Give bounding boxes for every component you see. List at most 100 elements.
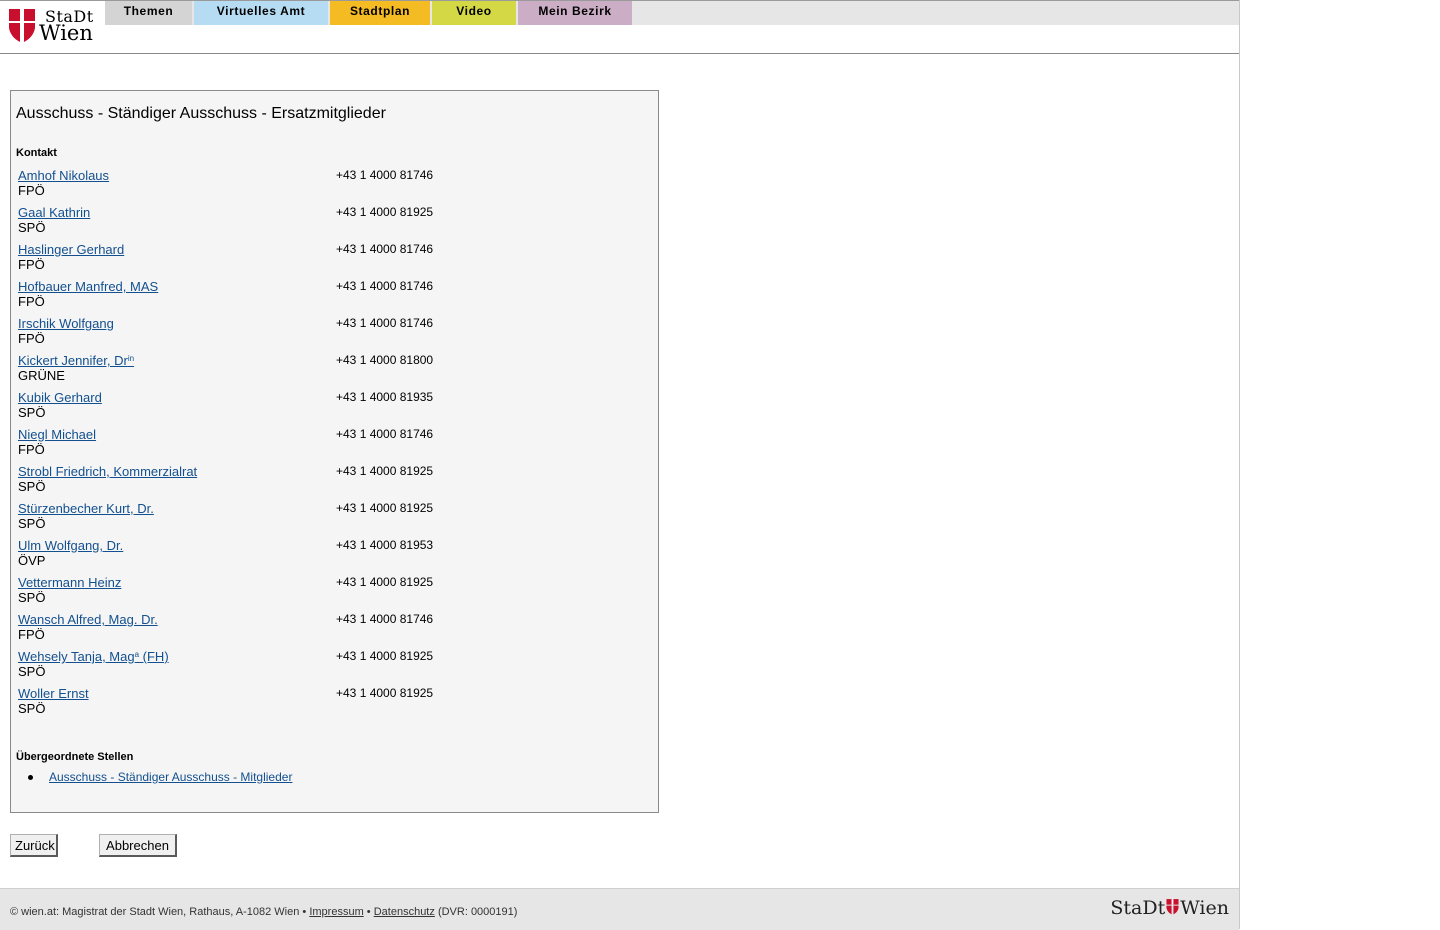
contact-name-link[interactable]: Niegl Michael — [18, 427, 96, 442]
contact-row: Kickert Jennifer, Drin GRÜNE +43 1 4000 81… — [18, 353, 648, 390]
contact-name-link[interactable]: Gaal Kathrin — [18, 205, 90, 220]
contact-phone: +43 1 4000 81925 — [336, 501, 434, 515]
contact-phone: +43 1 4000 81925 — [336, 575, 434, 589]
contact-name: Kickert Jennifer, Dr — [18, 353, 128, 368]
contact-phone: +43 1 4000 81925 — [336, 464, 434, 478]
contact-phone: +43 1 4000 81935 — [336, 390, 434, 404]
contact-party: FPÖ — [18, 442, 45, 457]
footer-text: © wien.at: Magistrat der Stadt Wien, Rat… — [10, 906, 517, 918]
contact-name: Stürzenbecher Kurt, Dr. — [18, 501, 154, 516]
contact-phone: +43 1 4000 81746 — [336, 316, 434, 330]
contact-row: Gaal Kathrin SPÖ +43 1 4000 81925 — [18, 205, 648, 242]
bullet-icon — [28, 775, 33, 780]
contact-row: Stürzenbecher Kurt, Dr. SPÖ +43 1 4000 819… — [18, 501, 648, 538]
contact-phone: +43 1 4000 81925 — [336, 649, 434, 663]
contact-name: Amhof Nikolaus — [18, 168, 110, 183]
contact-row: Ulm Wolfgang, Dr. ÖVP +43 1 4000 81953 — [18, 538, 648, 575]
contact-name: Kubik Gerhard — [18, 390, 102, 405]
contact-name-superscript: in — [127, 354, 135, 363]
datenschutz-link[interactable]: Datenschutz — [374, 906, 435, 918]
contact-name-link[interactable]: Strobl Friedrich, Kommerzialrat — [18, 464, 197, 479]
contact-party: FPÖ — [18, 183, 45, 198]
footer-logo-stadt: StaDt — [1110, 897, 1166, 919]
contact-name: Vettermann Heinz — [18, 575, 122, 590]
contact-name-link[interactable]: Woller Ernst — [18, 686, 89, 701]
contact-name-link[interactable]: Irschik Wolfgang — [18, 316, 114, 331]
parent-link[interactable]: Ausschuss - Ständiger Ausschuss - Mitgli… — [49, 770, 292, 784]
contact-name: Haslinger Gerhard — [18, 242, 125, 257]
contact-name: Strobl Friedrich, Kommerzialrat — [18, 464, 198, 479]
contact-name: Wansch Alfred, Mag. Dr. — [18, 612, 158, 627]
contact-party: SPÖ — [18, 220, 46, 235]
tab-video[interactable]: Video — [432, 1, 516, 25]
contact-name: Hofbauer Manfred, MAS — [18, 279, 159, 294]
tab-themen[interactable]: Themen — [105, 1, 192, 25]
cancel-button[interactable]: Abbrechen — [99, 834, 177, 857]
contact-party: ÖVP — [18, 553, 46, 568]
contact-name: Wehsely Tanja, Mag — [18, 649, 135, 664]
contact-name-link[interactable]: Wehsely Tanja, Maga (FH) — [18, 649, 169, 664]
tab-stadtplan[interactable]: Stadtplan — [330, 1, 430, 25]
contact-row: Vettermann Heinz SPÖ +43 1 4000 81925 — [18, 575, 648, 612]
contact-name-link[interactable]: Kickert Jennifer, Drin — [18, 353, 134, 368]
logo-wien-text: Wien — [39, 21, 93, 45]
header: StaDt Wien Themen Virtuelles Amt Stadtpl… — [0, 0, 1239, 54]
footer-dvr: (DVR: 0000191) — [437, 906, 518, 918]
footer-separator: • — [366, 906, 371, 918]
contact-name-link[interactable]: Kubik Gerhard — [18, 390, 102, 405]
page: StaDt Wien Themen Virtuelles Amt Stadtpl… — [0, 0, 1240, 930]
contact-name-link[interactable]: Vettermann Heinz — [18, 575, 121, 590]
contact-heading: Kontakt — [16, 147, 57, 159]
contact-row: Kubik Gerhard SPÖ +43 1 4000 81935 — [18, 390, 648, 427]
page-title: Ausschuss - Ständiger Ausschuss - Ersatz… — [16, 105, 386, 122]
contact-name: Ulm Wolfgang, Dr. — [18, 538, 124, 553]
contact-row: Wansch Alfred, Mag. Dr. FPÖ +43 1 4000 817… — [18, 612, 648, 649]
contact-phone: +43 1 4000 81746 — [336, 242, 434, 256]
parent-list: Ausschuss - Ständiger Ausschuss - Mitgli… — [18, 770, 292, 784]
contact-row: Woller Ernst SPÖ +43 1 4000 81925 — [18, 686, 648, 723]
contact-party: FPÖ — [18, 331, 45, 346]
contact-row: Niegl Michael FPÖ +43 1 4000 81746 — [18, 427, 648, 464]
contact-phone: +43 1 4000 81746 — [336, 427, 434, 441]
parent-heading: Übergeordnete Stellen — [16, 751, 134, 763]
contact-party: FPÖ — [18, 257, 45, 272]
contact-name: Woller Ernst — [18, 686, 89, 701]
contact-party: SPÖ — [18, 701, 46, 716]
contact-party: GRÜNE — [18, 368, 65, 383]
footer: © wien.at: Magistrat der Stadt Wien, Rat… — [0, 888, 1239, 930]
contact-name-link[interactable]: Hofbauer Manfred, MAS — [18, 279, 158, 294]
contact-name: Irschik Wolfgang — [18, 316, 114, 331]
contact-name-link[interactable]: Ulm Wolfgang, Dr. — [18, 538, 123, 553]
impressum-link[interactable]: Impressum — [309, 906, 363, 918]
vienna-shield-icon — [9, 9, 35, 42]
vienna-shield-icon — [1166, 899, 1179, 915]
contact-name-link[interactable]: Stürzenbecher Kurt, Dr. — [18, 501, 154, 516]
tab-mein-bezirk[interactable]: Mein Bezirk — [518, 1, 632, 25]
contact-party: SPÖ — [18, 405, 46, 420]
back-button[interactable]: Zurück — [10, 834, 58, 857]
tab-virtuelles-amt[interactable]: Virtuelles Amt — [194, 1, 328, 25]
footer-logo[interactable]: StaDt Wien — [1110, 897, 1229, 919]
footer-copyright: © wien.at: Magistrat der Stadt Wien, Rat… — [10, 906, 307, 918]
contact-phone: +43 1 4000 81800 — [336, 353, 434, 367]
contact-party: SPÖ — [18, 479, 46, 494]
contact-name-link[interactable]: Wansch Alfred, Mag. Dr. — [18, 612, 158, 627]
contact-row: Haslinger Gerhard FPÖ +43 1 4000 81746 — [18, 242, 648, 279]
list-item: Ausschuss - Ständiger Ausschuss - Mitgli… — [18, 770, 292, 784]
contact-name-suffix: (FH) — [139, 649, 169, 664]
contact-name-link[interactable]: Haslinger Gerhard — [18, 242, 124, 257]
contact-name-link[interactable]: Amhof Nikolaus — [18, 168, 109, 183]
contact-row: Irschik Wolfgang FPÖ +43 1 4000 81746 — [18, 316, 648, 353]
contact-phone: +43 1 4000 81925 — [336, 205, 434, 219]
contact-name: Gaal Kathrin — [18, 205, 91, 220]
footer-logo-wien: Wien — [1180, 897, 1229, 919]
stadt-wien-logo[interactable]: StaDt Wien — [6, 5, 106, 47]
contact-party: SPÖ — [18, 590, 46, 605]
contact-row: Strobl Friedrich, Kommerzialrat SPÖ +43 1 … — [18, 464, 648, 501]
contact-party: SPÖ — [18, 516, 46, 531]
contact-phone: +43 1 4000 81953 — [336, 538, 434, 552]
contact-party: FPÖ — [18, 294, 45, 309]
contact-row: Amhof Nikolaus FPÖ +43 1 4000 81746 — [18, 168, 648, 205]
contact-party: SPÖ — [18, 664, 46, 679]
committee-panel: Ausschuss - Ständiger Ausschuss - Ersatz… — [10, 90, 659, 813]
